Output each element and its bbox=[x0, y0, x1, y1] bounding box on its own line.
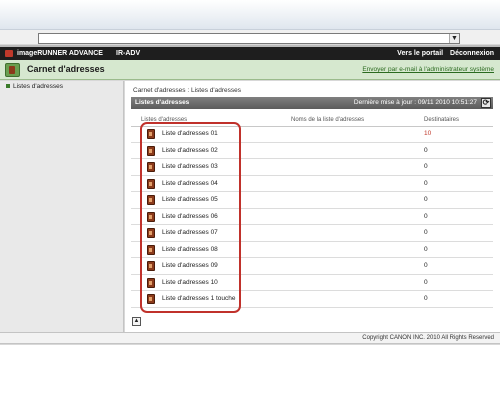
table-row: Liste d'adresses 1 touche 0 bbox=[131, 291, 493, 308]
main-content: Carnet d'adresses : Listes d'adresses Li… bbox=[125, 81, 500, 332]
address-list-table: Liste d'adresses 01 10 Liste d'adresses 0… bbox=[131, 126, 493, 308]
table-row: Liste d'adresses 07 0 bbox=[131, 225, 493, 242]
recipient-count: 0 bbox=[424, 278, 428, 286]
address-list-link[interactable]: Liste d'adresses 1 touche bbox=[162, 295, 236, 302]
sidebar-item-address-lists[interactable]: Listes d'adresses bbox=[6, 83, 63, 90]
address-bar[interactable]: ▼ bbox=[38, 33, 460, 44]
address-book-icon bbox=[147, 162, 155, 172]
page-title-bar: Carnet d'adresses Envoyer par e-mail à l… bbox=[0, 60, 500, 80]
portal-link[interactable]: Vers le portail bbox=[397, 50, 443, 57]
address-book-icon bbox=[147, 294, 155, 304]
bullet-icon bbox=[6, 84, 10, 89]
address-book-icon bbox=[147, 261, 155, 271]
recipient-count: 0 bbox=[424, 196, 428, 203]
panel-header: Listes d'adresses Dernière mise à jour :… bbox=[131, 97, 493, 109]
arrow-up-icon[interactable]: ▲ bbox=[132, 317, 141, 326]
address-book-icon bbox=[147, 178, 155, 189]
app-name: imageRUNNER ADVANCE bbox=[17, 50, 103, 57]
address-list-link[interactable]: Liste d'adresses 02 bbox=[162, 147, 218, 154]
app-header: imageRUNNER ADVANCE IR-ADV Vers le porta… bbox=[0, 47, 500, 60]
copyright-text: Copyright CANON INC. 2010 All Rights Res… bbox=[362, 335, 494, 341]
address-list-link[interactable]: Liste d'adresses 07 bbox=[162, 229, 218, 236]
address-list-link[interactable]: Liste d'adresses 04 bbox=[162, 180, 218, 187]
address-book-icon bbox=[147, 228, 155, 238]
device-name: IR-ADV bbox=[116, 50, 141, 57]
address-book-icon bbox=[147, 195, 155, 205]
table-row: Liste d'adresses 01 10 bbox=[131, 126, 493, 143]
recipient-count: 0 bbox=[424, 146, 428, 154]
app-links: Vers le portail Déconnexion bbox=[392, 47, 494, 60]
page-blank-area bbox=[0, 345, 500, 405]
column-header-lists: Listes d'adresses bbox=[141, 117, 188, 123]
recipient-count: 0 bbox=[424, 245, 428, 253]
address-list-link[interactable]: Liste d'adresses 05 bbox=[162, 196, 218, 203]
address-list-link[interactable]: Liste d'adresses 09 bbox=[162, 262, 218, 269]
table-row: Liste d'adresses 10 0 bbox=[131, 275, 493, 291]
table-row: Liste d'adresses 08 0 bbox=[131, 242, 493, 258]
recipient-count: 0 bbox=[424, 212, 428, 220]
address-list-link[interactable]: Liste d'adresses 03 bbox=[162, 163, 218, 170]
breadcrumb: Carnet d'adresses : Listes d'adresses bbox=[133, 87, 241, 94]
email-admin-link[interactable]: Envoyer par e-mail à l'administrateur sy… bbox=[362, 66, 494, 73]
recipient-count: 0 bbox=[424, 163, 428, 170]
sidebar-item-label: Listes d'adresses bbox=[13, 83, 64, 90]
address-book-icon bbox=[5, 63, 20, 77]
address-list-link[interactable]: Liste d'adresses 10 bbox=[162, 279, 218, 286]
footer: Copyright CANON INC. 2010 All Rights Res… bbox=[0, 332, 500, 344]
last-update: Dernière mise à jour : 09/11 2010 10:51:… bbox=[353, 99, 477, 106]
panel-title: Listes d'adresses bbox=[135, 99, 190, 106]
address-book-icon bbox=[147, 145, 155, 156]
canon-logo-icon bbox=[5, 50, 13, 57]
sidebar: Listes d'adresses bbox=[0, 81, 124, 332]
refresh-icon[interactable]: ⟳ bbox=[481, 98, 491, 108]
column-header-recipients: Destinataires bbox=[424, 117, 460, 123]
recipient-count: 10 bbox=[424, 130, 432, 137]
address-book-icon bbox=[147, 211, 155, 222]
address-list-link[interactable]: Liste d'adresses 08 bbox=[162, 246, 218, 253]
table-row: Liste d'adresses 06 0 bbox=[131, 209, 493, 225]
recipient-count: 0 bbox=[424, 262, 428, 269]
recipient-count: 0 bbox=[424, 295, 428, 302]
address-book-icon bbox=[147, 129, 155, 139]
table-row: Liste d'adresses 05 0 bbox=[131, 192, 493, 209]
table-row: Liste d'adresses 03 0 bbox=[131, 159, 493, 176]
table-row: Liste d'adresses 09 0 bbox=[131, 258, 493, 275]
address-book-icon bbox=[147, 244, 155, 255]
browser-toolbar bbox=[0, 0, 500, 30]
address-dropdown-icon[interactable]: ▼ bbox=[449, 34, 459, 43]
logout-link[interactable]: Déconnexion bbox=[450, 50, 494, 57]
table-row: Liste d'adresses 04 0 bbox=[131, 176, 493, 192]
address-list-link[interactable]: Liste d'adresses 01 bbox=[162, 130, 218, 137]
address-list-link[interactable]: Liste d'adresses 06 bbox=[162, 213, 218, 220]
table-row: Liste d'adresses 02 0 bbox=[131, 143, 493, 159]
recipient-count: 0 bbox=[424, 179, 428, 187]
recipient-count: 0 bbox=[424, 229, 428, 236]
page-title: Carnet d'adresses bbox=[27, 64, 105, 74]
address-book-icon bbox=[147, 277, 155, 288]
column-header-names: Noms de la liste d'adresses bbox=[291, 117, 365, 123]
